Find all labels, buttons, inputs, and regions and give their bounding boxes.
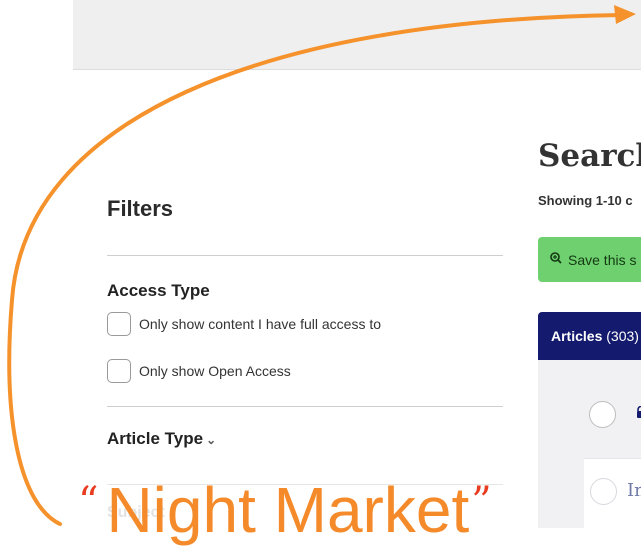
caption-overlay: “Night Market”	[78, 478, 492, 542]
caption-text: Night Market	[106, 474, 470, 546]
annotation-arrow	[7, 5, 636, 526]
open-quote: “	[78, 479, 99, 525]
close-quote: ”	[471, 479, 492, 525]
